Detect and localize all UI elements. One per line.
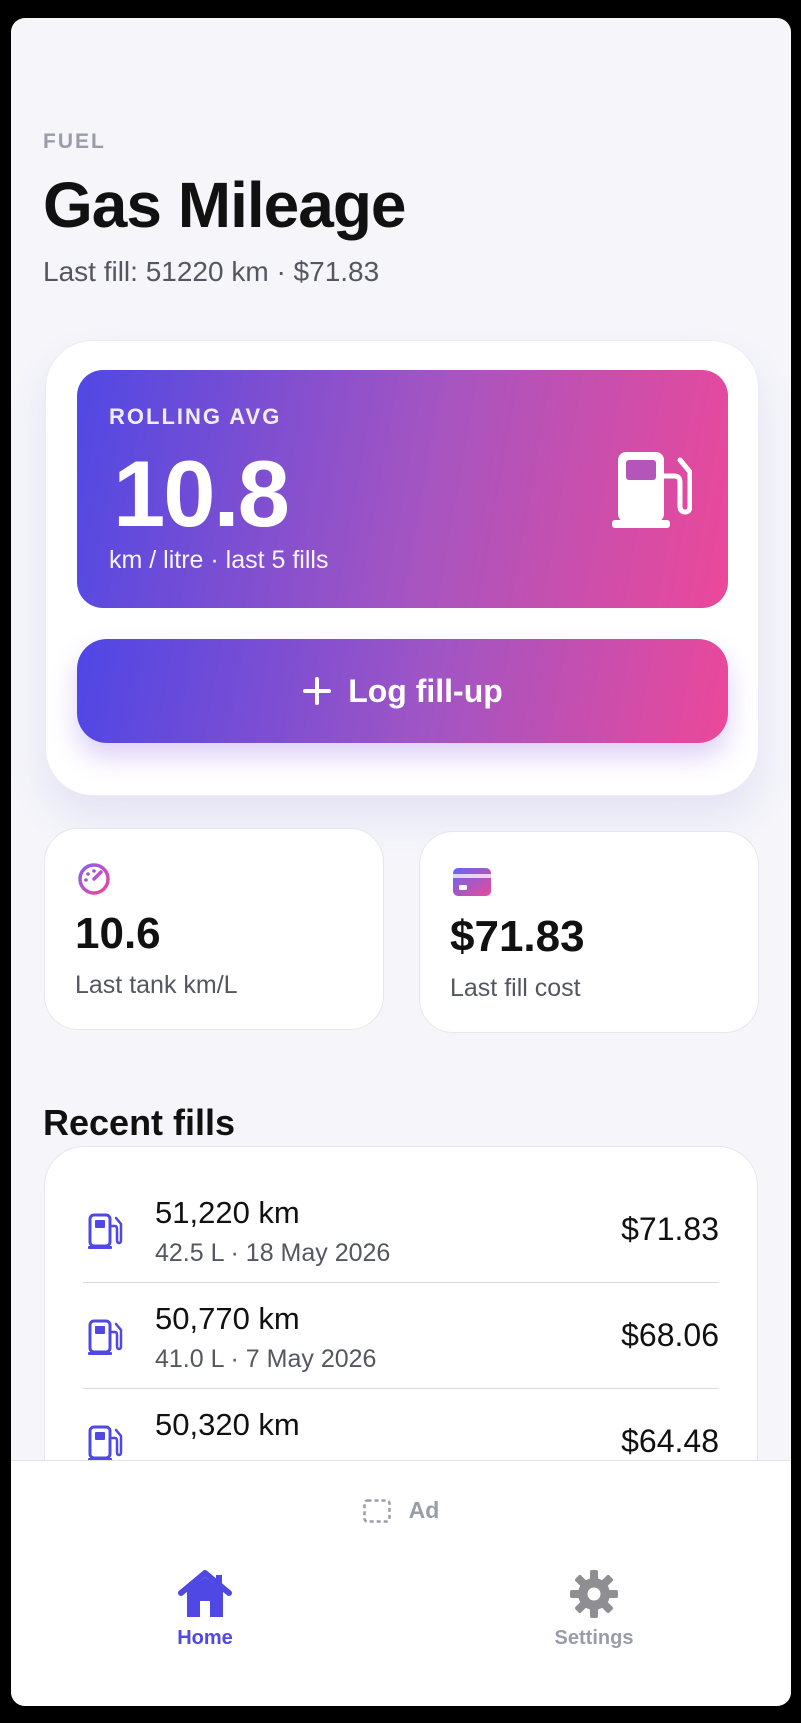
recent-fills-title: Recent fills: [43, 1102, 236, 1143]
rolling-average-unit: km / litre · last 5 fills: [109, 546, 329, 574]
app-screen: FUEL Gas Mileage Last fill: 51220 km · $…: [11, 18, 791, 1706]
log-fill-up-button[interactable]: Log fill-up: [77, 639, 728, 743]
last-tank-efficiency-card: 10.6 Last tank km/L: [44, 828, 384, 1030]
fill-cost: $71.83: [621, 1211, 719, 1247]
page-subtitle: Last fill: 51220 km · $71.83: [43, 256, 380, 287]
ad-label: Ad: [408, 1497, 440, 1523]
fill-detail: 42.5 L · 18 May 2026: [155, 1239, 391, 1267]
log-fill-up-label: Log fill-up: [348, 672, 503, 709]
fill-cost: $68.06: [621, 1317, 719, 1353]
fill-cost: $64.48: [621, 1423, 719, 1459]
credit-card-icon: [453, 868, 491, 896]
fuel-pump-icon: [612, 452, 692, 528]
fuel-pump-icon: [88, 1425, 123, 1461]
fuel-pump-icon: [88, 1319, 123, 1355]
tab-home-label: Home: [177, 1627, 233, 1649]
tab-settings-label: Settings: [554, 1627, 634, 1649]
bottom-bar: Ad Home Settings: [11, 1460, 791, 1706]
ad-placeholder-icon: [362, 1498, 391, 1523]
rolling-average-value: 10.8: [113, 441, 290, 546]
ad-banner[interactable]: Ad: [11, 1497, 791, 1524]
last-fill-cost-card: $71.83 Last fill cost: [419, 831, 759, 1033]
list-item[interactable]: 51,220 km 42.5 L · 18 May 2026 $71.83: [83, 1177, 719, 1283]
list-item[interactable]: 50,770 km 41.0 L · 7 May 2026 $68.06: [83, 1283, 719, 1389]
page-title: Gas Mileage: [43, 169, 406, 241]
home-icon: [178, 1570, 232, 1617]
tab-settings[interactable]: Settings: [494, 1569, 694, 1650]
rolling-average-card: ROLLING AVG 10.8 km / litre · last 5 fil…: [77, 370, 728, 608]
last-tank-efficiency-value: 10.6: [75, 909, 161, 958]
fill-odometer: 50,770 km: [155, 1301, 300, 1336]
summary-card: ROLLING AVG 10.8 km / litre · last 5 fil…: [45, 340, 759, 796]
gear-icon: [570, 1570, 618, 1618]
fill-odometer: 50,320 km: [155, 1407, 300, 1442]
section-eyebrow: FUEL: [43, 130, 106, 153]
fill-odometer: 51,220 km: [155, 1195, 300, 1230]
rolling-average-label: ROLLING AVG: [109, 404, 282, 429]
last-fill-cost-label: Last fill cost: [450, 974, 581, 1002]
tab-home[interactable]: Home: [105, 1569, 305, 1650]
plus-icon: [303, 677, 332, 705]
last-tank-efficiency-label: Last tank km/L: [75, 971, 238, 999]
speedometer-icon: [78, 863, 110, 895]
fill-detail: 41.0 L · 7 May 2026: [155, 1345, 377, 1373]
fuel-pump-icon: [88, 1213, 123, 1249]
last-fill-cost-value: $71.83: [450, 912, 585, 961]
